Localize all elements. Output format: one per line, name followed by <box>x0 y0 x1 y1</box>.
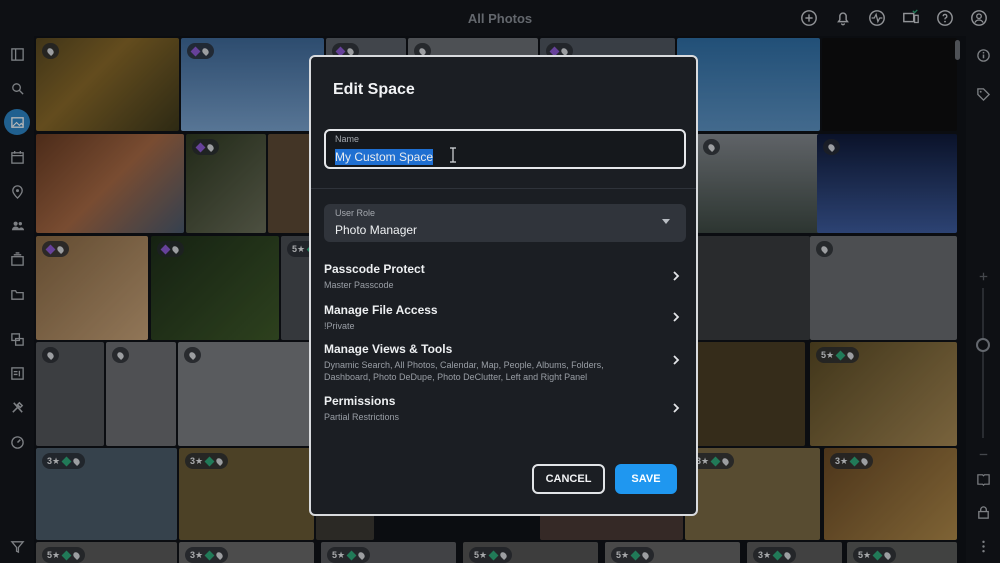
row-subtitle: Partial Restrictions <box>324 412 400 422</box>
chevron-down-icon <box>662 219 670 224</box>
save-button[interactable]: SAVE <box>615 464 677 494</box>
divider <box>311 188 696 189</box>
user-role-value: Photo Manager <box>335 223 418 237</box>
chevron-right-icon <box>673 403 680 413</box>
user-role-label: User Role <box>335 208 376 218</box>
manage-file-access-row[interactable]: Manage File Access !Private <box>324 303 686 332</box>
cancel-button[interactable]: CANCEL <box>532 464 605 494</box>
row-title: Manage File Access <box>324 303 438 317</box>
passcode-protect-row[interactable]: Passcode Protect Master Passcode <box>324 262 686 291</box>
name-input-value[interactable]: My Custom Space <box>335 149 434 165</box>
row-title: Manage Views & Tools <box>324 342 453 356</box>
row-title: Permissions <box>324 394 396 408</box>
user-role-select[interactable]: User Role Photo Manager <box>324 204 686 242</box>
chevron-right-icon <box>673 271 680 281</box>
name-field[interactable]: Name My Custom Space <box>324 129 686 169</box>
app-window: All Photos 5★ 5★ 3★ 3★ 3★ 3★ 5★ 3★ 5★ 5★ 5★ 3★ 5★ <box>0 0 1000 563</box>
manage-views-tools-row[interactable]: Manage Views & Tools Dynamic Search, All… <box>324 342 686 383</box>
dialog-title: Edit Space <box>333 81 415 98</box>
text-cursor-icon <box>450 147 456 163</box>
row-subtitle: Master Passcode <box>324 280 394 290</box>
chevron-right-icon <box>673 355 680 365</box>
row-subtitle: !Private <box>324 321 355 331</box>
name-label: Name <box>335 134 360 144</box>
edit-space-dialog: Edit Space Name My Custom Space User Rol… <box>309 55 698 516</box>
row-subtitle: Dynamic Search, All Photos, Calendar, Ma… <box>324 360 604 382</box>
row-title: Passcode Protect <box>324 262 425 276</box>
chevron-right-icon <box>673 312 680 322</box>
permissions-row[interactable]: Permissions Partial Restrictions <box>324 394 686 423</box>
